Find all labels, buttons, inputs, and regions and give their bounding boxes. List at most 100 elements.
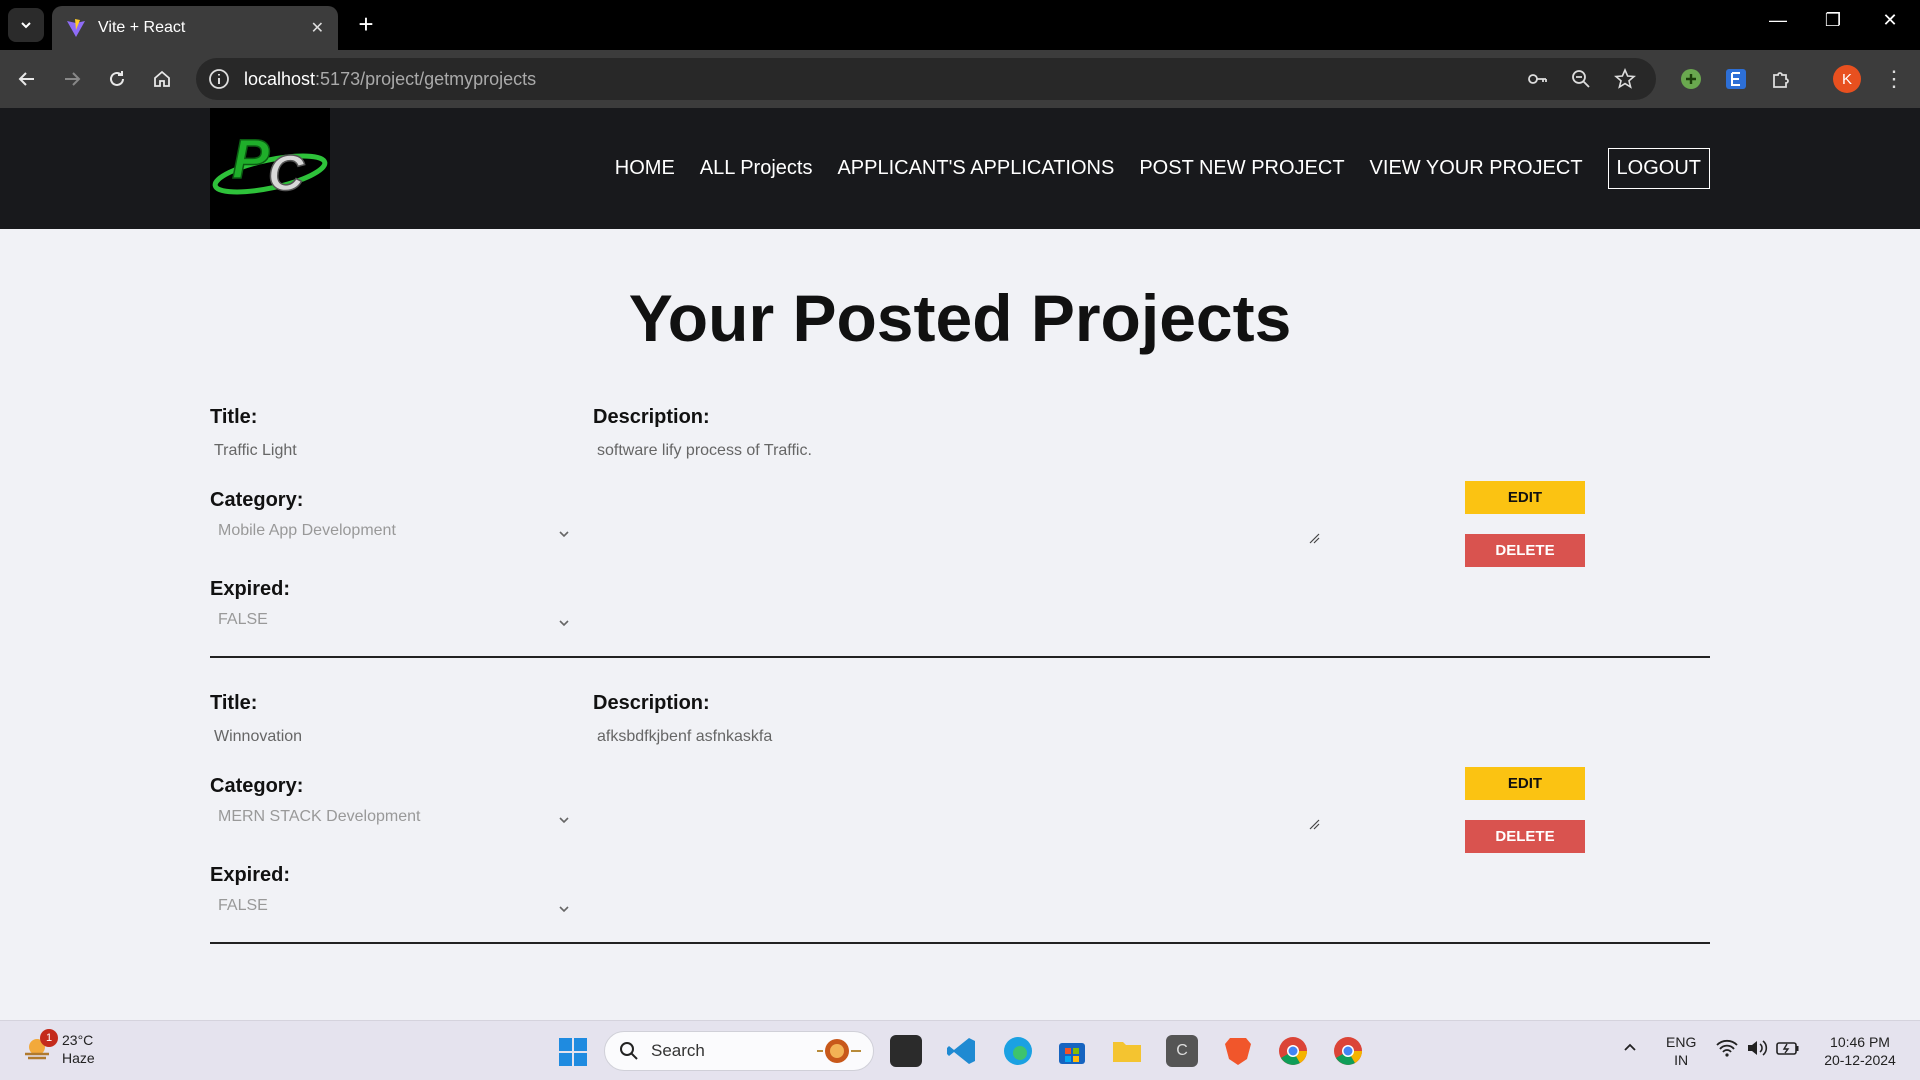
taskbar-store-icon[interactable] (1056, 1035, 1088, 1067)
home-icon (154, 70, 170, 87)
category-select[interactable]: MERN STACK Development (218, 808, 580, 838)
taskbar-chrome-profile-icon[interactable] (1332, 1035, 1364, 1067)
svg-text:P: P (232, 127, 270, 190)
textarea-resize-handle-icon[interactable] (1308, 818, 1320, 830)
vite-favicon-icon (67, 19, 85, 37)
delete-button[interactable]: DELETE (1465, 820, 1585, 853)
taskbar-app-c-icon[interactable]: C (1166, 1035, 1198, 1067)
home-button[interactable] (145, 62, 179, 96)
category-selected-value: MERN STACK Development (218, 808, 421, 825)
expired-label: Expired: (210, 864, 291, 886)
volume-icon[interactable] (1746, 1039, 1768, 1061)
new-tab-button[interactable]: + (352, 10, 380, 38)
windows-taskbar: 23°C Haze 1 Search C ENG IN 10:46 PM 20-… (0, 1020, 1920, 1080)
category-label: Category: (210, 775, 304, 797)
nav-post-new-project[interactable]: POST NEW PROJECT (1139, 157, 1344, 180)
taskbar-chrome-icon[interactable] (1277, 1035, 1309, 1067)
address-bar[interactable]: localhost:5173/project/getmyprojects (196, 58, 1656, 100)
temperature: 23°C (62, 1032, 94, 1048)
site-header: P C HOME ALL Projects APPLICANT'S APPLIC… (0, 108, 1920, 229)
category-label: Category: (210, 489, 304, 511)
chevron-down-icon (559, 817, 569, 824)
zoom-icon[interactable] (1570, 68, 1592, 90)
search-label: Search (651, 1041, 705, 1060)
extension-blue-icon[interactable] (1722, 65, 1750, 93)
password-key-icon[interactable] (1526, 68, 1548, 90)
profile-avatar[interactable]: K (1833, 65, 1861, 93)
textarea-resize-handle-icon[interactable] (1308, 532, 1320, 544)
description-label: Description: (593, 692, 710, 714)
category-selected-value: Mobile App Development (218, 522, 396, 539)
description-label: Description: (593, 406, 710, 428)
reload-button[interactable] (100, 62, 134, 96)
taskbar-vscode-icon[interactable] (946, 1035, 978, 1067)
title-label: Title: (210, 406, 258, 428)
project-title-value[interactable]: Traffic Light (214, 442, 297, 460)
browser-toolbar: localhost:5173/project/getmyprojects K ⋮ (0, 50, 1920, 108)
arrow-right-icon (65, 72, 81, 86)
browser-menu-icon[interactable]: ⋮ (1880, 65, 1908, 93)
clock-time: 10:46 PM (1830, 1034, 1890, 1050)
region-code: IN (1674, 1052, 1689, 1068)
main-nav: HOME ALL Projects APPLICANT'S APPLICATIO… (615, 148, 1710, 189)
edit-button[interactable]: EDIT (1465, 481, 1585, 514)
arrow-left-icon (18, 72, 34, 86)
profile-initial: K (1841, 70, 1852, 88)
battery-icon[interactable] (1776, 1039, 1800, 1061)
site-info-icon[interactable] (208, 68, 230, 90)
clock-date: 20-12-2024 (1824, 1052, 1896, 1068)
minimize-icon[interactable]: — (1758, 10, 1798, 31)
nav-view-your-project[interactable]: VIEW YOUR PROJECT (1370, 157, 1583, 180)
chevron-down-icon (21, 22, 31, 29)
language-indicator[interactable]: ENG IN (1666, 1033, 1696, 1069)
weather-notification-badge: 1 (40, 1029, 58, 1047)
reload-icon (110, 71, 124, 86)
weather-widget[interactable]: 23°C Haze (22, 1031, 95, 1067)
site-logo[interactable]: P C (210, 108, 330, 229)
browser-tab[interactable]: Vite + React ✕ (52, 6, 338, 50)
close-window-icon[interactable]: ✕ (1870, 10, 1910, 31)
expired-selected-value: FALSE (218, 897, 268, 914)
show-hidden-icons-icon[interactable] (1622, 1039, 1638, 1059)
category-select[interactable]: Mobile App Development (218, 522, 580, 552)
url-text: localhost:5173/project/getmyprojects (244, 68, 537, 89)
expired-selected-value: FALSE (218, 611, 268, 628)
bookmark-star-icon[interactable] (1614, 68, 1636, 90)
delete-button[interactable]: DELETE (1465, 534, 1585, 567)
logout-button[interactable]: LOGOUT (1607, 148, 1710, 189)
edit-button[interactable]: EDIT (1465, 767, 1585, 800)
restore-icon[interactable]: ❐ (1813, 10, 1853, 31)
expired-select[interactable]: FALSE (218, 897, 580, 927)
tab-title: Vite + React (98, 19, 186, 36)
taskbar-brave-icon[interactable] (1222, 1035, 1254, 1067)
title-label: Title: (210, 692, 258, 714)
project-card: Title: Traffic Light Description: softwa… (210, 406, 1710, 658)
start-button[interactable] (558, 1037, 588, 1072)
extensions-puzzle-icon[interactable] (1767, 65, 1795, 93)
taskbar-file-explorer-icon[interactable] (1111, 1035, 1143, 1067)
pc-logo-icon: P C (212, 126, 328, 202)
back-button[interactable] (10, 62, 44, 96)
taskbar-terminal-icon[interactable] (890, 1035, 922, 1067)
extension-green-icon[interactable] (1677, 65, 1705, 93)
clock[interactable]: 10:46 PM 20-12-2024 (1818, 1033, 1902, 1069)
project-description-value[interactable]: afksbdfkjbenf asfnkaskfa (597, 728, 772, 746)
weather-condition: Haze (62, 1050, 95, 1066)
wifi-icon[interactable] (1716, 1039, 1738, 1061)
forward-button[interactable] (55, 62, 89, 96)
project-title-value[interactable]: Winnovation (214, 728, 302, 746)
nav-home[interactable]: HOME (615, 157, 675, 180)
taskbar-edge-icon[interactable] (1002, 1035, 1034, 1067)
project-description-value[interactable]: software lify process of Traffic. (597, 442, 812, 460)
nav-all-projects[interactable]: ALL Projects (700, 157, 813, 180)
page-title: Your Posted Projects (628, 281, 1292, 355)
search-highlight-icon (817, 1039, 861, 1063)
windows-logo-icon (559, 1038, 587, 1066)
tab-search-button[interactable] (8, 8, 44, 42)
expired-select[interactable]: FALSE (218, 611, 580, 641)
search-icon (620, 1042, 638, 1060)
taskbar-search[interactable]: Search (604, 1031, 874, 1071)
close-tab-icon[interactable]: ✕ (311, 18, 324, 38)
chevron-down-icon (559, 620, 569, 627)
nav-applicants-applications[interactable]: APPLICANT'S APPLICATIONS (837, 157, 1114, 180)
